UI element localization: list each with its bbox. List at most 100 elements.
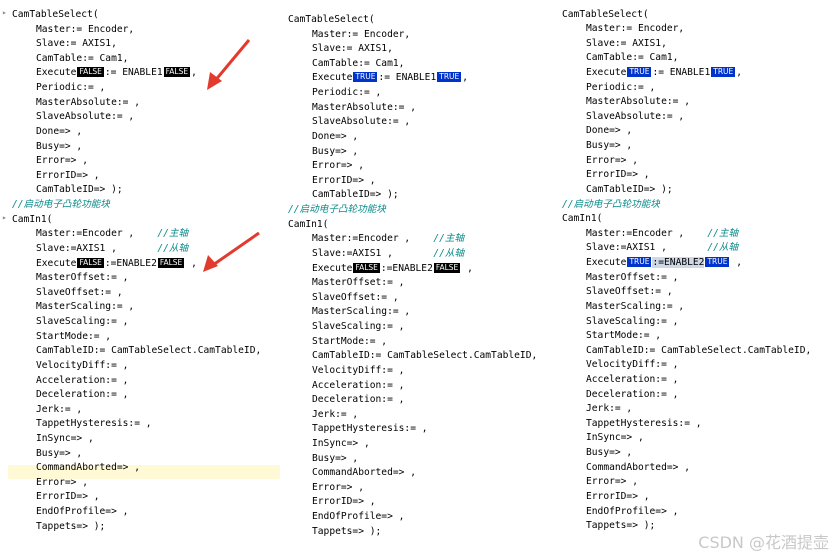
param-line: Done=> , [312, 130, 359, 142]
code-line: VelocityDiff:= , [12, 359, 128, 373]
live-value-badge: TRUE [627, 257, 652, 268]
code-line: CamTableSelect( [562, 8, 649, 22]
param-line: SlaveAbsolute:= , [312, 116, 411, 128]
param-line: Tappets=> ); [36, 520, 106, 532]
param-line: Slave:= AXIS1, [312, 43, 393, 55]
function-block-header: CamTableSelect( [562, 8, 649, 20]
code-line: Error=> , [288, 159, 364, 173]
param-name: Execute [586, 257, 627, 269]
param-line: SlaveScaling:= , [312, 321, 405, 333]
function-block-header: CamTableSelect( [12, 9, 99, 20]
param-line: Busy=> , [312, 145, 359, 157]
param-line: Tappets=> ); [586, 520, 656, 532]
code-line-execute: Execute FALSE:=ENABLE2 FALSE , [288, 262, 473, 276]
code-line: CamTableID:= CamTableSelect.CamTableID, [562, 344, 811, 358]
code-line: SlaveAbsolute:= , [12, 110, 134, 124]
function-block-header: CamIn1( [288, 218, 329, 230]
param-value: :=ENABLE2 [380, 262, 433, 274]
param-line: MasterAbsolute:= , [36, 96, 140, 108]
code-line: Deceleration:= , [288, 393, 404, 407]
param-line: Master:=Encoder , [36, 228, 135, 240]
code-line: EndOfProfile=> , [12, 505, 128, 519]
param-line: VelocityDiff:= , [586, 359, 679, 371]
code-line: Acceleration:= , [288, 379, 404, 393]
code-comment: //启动电子凸轮功能块 [562, 198, 660, 210]
code-line: Busy=> , [288, 452, 358, 466]
live-value-badge: TRUE [705, 257, 730, 268]
param-line: Periodic:= , [36, 82, 106, 94]
code-line: Master:= Encoder, [12, 23, 134, 37]
param-line: CamTableID:= CamTableSelect.CamTableID, [312, 350, 538, 362]
punct: , [736, 66, 743, 78]
code-line: Error=> , [288, 481, 364, 495]
code-line-execute: Execute TRUE:= ENABLE1 TRUE, [288, 71, 468, 85]
code-line: InSync=> , [562, 431, 644, 445]
code-line: //启动电子凸轮功能块 [12, 198, 110, 212]
param-line: SlaveOffset:= , [312, 291, 399, 303]
param-name: Execute [312, 72, 353, 84]
fold-toggle-icon[interactable]: ▸ [2, 8, 7, 17]
param-line: CamTableID:= CamTableSelect.CamTableID, [586, 344, 812, 356]
code-line: MasterAbsolute:= , [288, 101, 416, 115]
code-line: Jerk:= , [12, 403, 82, 417]
live-value-badge: TRUE [437, 72, 462, 83]
code-line: CamTableID=> ); [288, 188, 399, 202]
code-line: Jerk:= , [562, 402, 632, 416]
code-line-execute: Execute FALSE:=ENABLE2 FALSE , [12, 257, 197, 271]
code-pane-left: ▸ CamTableSelect( Master:= Encoder, Slave:=… [0, 0, 283, 559]
code-line: MasterAbsolute:= , [562, 95, 690, 109]
punct: , [191, 67, 197, 79]
param-line: SlaveAbsolute:= , [36, 111, 135, 123]
live-value-badge: TRUE [711, 66, 736, 77]
param-line: MasterScaling:= , [586, 300, 685, 312]
param-line: InSync=> , [586, 432, 644, 444]
param-line: TappetHysteresis:= , [586, 417, 702, 429]
code-line: CamTableID:= CamTableSelect.CamTableID, [12, 344, 261, 358]
param-line: MasterAbsolute:= , [586, 96, 690, 108]
param-line: CamTableID:= CamTableSelect.CamTableID, [36, 345, 262, 357]
param-line: Slave:=AXIS1 , [586, 242, 667, 254]
param-line: Master:= Encoder, [36, 23, 135, 35]
code-line: Master:=Encoder , //主轴 [288, 232, 464, 246]
code-line: Tappets=> ); [288, 525, 381, 539]
code-line: Done=> , [12, 125, 82, 139]
code-line: Slave:=AXIS1 , //从轴 [12, 242, 188, 256]
param-line: SlaveAbsolute:= , [586, 110, 685, 122]
code-line: EndOfProfile=> , [288, 510, 404, 524]
param-line: Acceleration:= , [312, 379, 405, 391]
param-line: Acceleration:= , [36, 374, 129, 386]
code-line: VelocityDiff:= , [562, 358, 678, 372]
code-comment: //启动电子凸轮功能块 [288, 204, 386, 216]
param-line: VelocityDiff:= , [36, 359, 129, 371]
csdn-watermark: CSDN @花酒提壶 [698, 533, 829, 552]
function-block-header: CamTableSelect( [288, 14, 375, 25]
param-line: Jerk:= , [586, 403, 633, 415]
param-line: ErrorID=> , [312, 496, 376, 508]
param-line: SlaveScaling:= , [586, 315, 679, 327]
code-line: Slave:= AXIS1, [562, 37, 667, 51]
code-line: MasterOffset:= , [288, 276, 404, 290]
code-line: ErrorID=> , [12, 169, 100, 183]
param-line: Busy=> , [586, 447, 633, 459]
code-line: MasterAbsolute:= , [12, 96, 140, 110]
param-line: SlaveOffset:= , [586, 286, 673, 298]
code-line-execute: Execute TRUE:= ENABLE1 TRUE, [562, 66, 742, 80]
code-comment: //主轴 [433, 233, 465, 245]
code-line: Acceleration:= , [562, 373, 678, 387]
param-line: CamTable:= Cam1, [312, 57, 405, 69]
param-line: ErrorID=> , [312, 174, 376, 186]
param-line: VelocityDiff:= , [312, 364, 405, 376]
param-name: Execute [586, 66, 627, 78]
code-line: ErrorID=> , [562, 168, 650, 182]
code-line: CommandAborted=> , [288, 466, 416, 480]
param-line: MasterOffset:= , [312, 277, 405, 289]
param-line: Busy=> , [586, 140, 633, 152]
live-value-badge: FALSE [77, 257, 104, 268]
fold-toggle-icon[interactable]: ▸ [2, 213, 7, 222]
code-line: SlaveScaling:= , [562, 315, 678, 329]
code-line: CamIn1( [12, 213, 52, 227]
code-line: MasterScaling:= , [288, 305, 410, 319]
function-block-header: CamIn1( [562, 213, 603, 225]
param-line: CamTableID=> ); [36, 184, 123, 196]
code-line: Tappets=> ); [12, 520, 105, 534]
